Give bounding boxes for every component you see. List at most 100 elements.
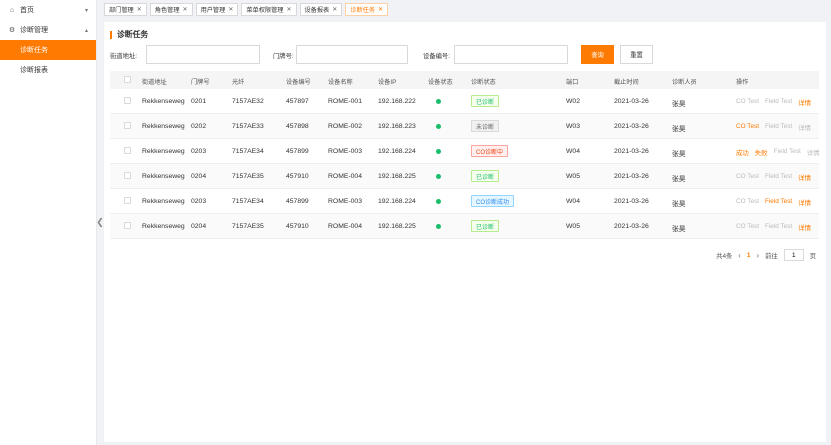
column-header: 门牌号 (191, 79, 210, 86)
column-header: 设备名称 (328, 79, 353, 86)
tab-label: 设备报表 (304, 7, 330, 14)
goto-label: 前往 (765, 252, 778, 260)
action-详情-link[interactable]: 详情 (798, 173, 811, 182)
door-cell: 0201 (191, 98, 207, 105)
row-actions: CO Test Field Test 详情 (736, 123, 811, 132)
action-co-test-link[interactable]: CO Test (736, 198, 759, 207)
query-button[interactable]: 查询 (581, 45, 614, 64)
door-input[interactable] (296, 45, 408, 64)
street-cell: Rekkenseweg (142, 173, 185, 180)
action-field-test-link[interactable]: Field Test (774, 148, 801, 157)
person-cell: 张昊 (672, 151, 686, 158)
row-checkbox[interactable] (124, 197, 131, 204)
next-page-icon[interactable]: › (756, 251, 759, 260)
column-header: 设备IP (378, 79, 397, 86)
action-field-test-link[interactable]: Field Test (765, 98, 792, 107)
prev-page-icon[interactable]: ‹ (738, 251, 741, 260)
action-co-test-link[interactable]: CO Test (736, 173, 759, 182)
fiber-cell: 7157AE33 (232, 123, 264, 130)
close-icon[interactable]: ✕ (332, 6, 337, 13)
main-panel: 诊断任务 街道地址: 门牌号: 设备编号: 查询 重置 街道地址 门牌号 光纤 … (104, 22, 826, 442)
tab-label: 用户管理 (200, 7, 226, 14)
row-checkbox[interactable] (124, 97, 131, 104)
action-详情-link[interactable]: 详情 (798, 223, 811, 232)
device-ip-cell: 192.168.225 (378, 223, 416, 230)
column-header: 端口 (566, 79, 579, 86)
row-actions: CO Test Field Test 详情 (736, 173, 811, 182)
table-header: 街道地址 门牌号 光纤 设备编号 设备名称 设备IP 设备状态 诊断状态 端口 … (110, 71, 819, 89)
column-header: 光纤 (232, 79, 245, 86)
deadline-cell: 2021-03-26 (614, 148, 649, 155)
door-cell: 0203 (191, 198, 207, 205)
fiber-cell: 7157AE32 (232, 98, 264, 105)
sidebar-group-diagnosis[interactable]: ⚙ 诊断管理 ▴ (0, 20, 96, 40)
action-成功-link[interactable]: 成功 (736, 148, 749, 157)
action-co-test-link[interactable]: CO Test (736, 123, 759, 132)
action-详情-link[interactable]: 详情 (798, 123, 811, 132)
device-status-dot-icon (436, 124, 441, 129)
sidebar-item-home[interactable]: ⌂ 首页 ▾ (0, 0, 96, 20)
person-cell: 张昊 (672, 126, 686, 133)
action-field-test-link[interactable]: Field Test (765, 223, 792, 232)
row-checkbox[interactable] (124, 147, 131, 154)
sidebar-item-label: 诊断任务 (20, 47, 48, 54)
device-input[interactable] (454, 45, 568, 64)
fiber-cell: 7157AE34 (232, 148, 264, 155)
action-详情-link[interactable]: 详情 (798, 98, 811, 107)
column-header: 操作 (736, 79, 749, 86)
tab-label: 诊断任务 (350, 7, 376, 14)
close-icon[interactable]: ✕ (378, 6, 383, 13)
tab-device-report[interactable]: 设备报表 ✕ (299, 3, 343, 16)
close-icon[interactable]: ✕ (137, 6, 142, 13)
page-number[interactable]: 1 (747, 252, 751, 259)
close-icon[interactable]: ✕ (228, 6, 233, 13)
row-checkbox[interactable] (124, 222, 131, 229)
row-checkbox[interactable] (124, 172, 131, 179)
action-field-test-link[interactable]: Field Test (765, 173, 792, 182)
action-co-test-link[interactable]: CO Test (736, 98, 759, 107)
tab-role[interactable]: 角色管理 ✕ (149, 3, 193, 16)
tab-menu-permission[interactable]: 菜单权限管理 ✕ (241, 3, 297, 16)
action-field-test-link[interactable]: Field Test (765, 123, 792, 132)
tab-label: 角色管理 (154, 7, 180, 14)
device-name-cell: ROME-001 (328, 98, 362, 105)
action-co-test-link[interactable]: CO Test (736, 223, 759, 232)
row-actions: CO Test Field Test 详情 (736, 223, 811, 232)
table-row: Rekkenseweg 0204 7157AE35 457910 ROME-004 192… (110, 214, 819, 239)
sidebar-item-diagnosis-report[interactable]: 诊断报表 (0, 60, 96, 80)
select-all-checkbox[interactable] (124, 76, 131, 83)
device-ip-cell: 192.168.225 (378, 173, 416, 180)
close-icon[interactable]: ✕ (286, 6, 291, 13)
person-cell: 张昊 (672, 101, 686, 108)
device-status-dot-icon (436, 199, 441, 204)
device-name-cell: ROME-002 (328, 123, 362, 130)
action-详情-link[interactable]: 详情 (807, 148, 820, 157)
deadline-cell: 2021-03-26 (614, 198, 649, 205)
goto-page-input[interactable] (783, 249, 804, 261)
close-icon[interactable]: ✕ (183, 6, 188, 13)
deadline-cell: 2021-03-26 (614, 98, 649, 105)
row-checkbox[interactable] (124, 122, 131, 129)
action-失败-link[interactable]: 失败 (755, 148, 768, 157)
street-input[interactable] (146, 45, 260, 64)
action-field-test-link[interactable]: Field Test (765, 198, 792, 207)
chevron-up-icon: ▴ (84, 27, 88, 34)
sidebar-collapse-icon[interactable]: ❮ (96, 214, 104, 230)
row-actions: CO Test Field Test 详情 (736, 98, 811, 107)
tab-diagnosis-task[interactable]: 诊断任务 ✕ (345, 3, 389, 16)
device-status-dot-icon (436, 174, 441, 179)
device-ip-cell: 192.168.223 (378, 123, 416, 130)
device-number-cell: 457899 (286, 148, 309, 155)
device-ip-cell: 192.168.224 (378, 198, 416, 205)
diagnosis-status-badge: CO诊断中 (471, 145, 509, 157)
action-详情-link[interactable]: 详情 (798, 198, 811, 207)
table-row: Rekkenseweg 0203 7157AE34 457899 ROME-003 192… (110, 139, 820, 164)
tab-user[interactable]: 用户管理 ✕ (195, 3, 239, 16)
sidebar-item-diagnosis-task[interactable]: 诊断任务 (0, 40, 96, 60)
fiber-cell: 7157AE35 (232, 223, 264, 230)
reset-button[interactable]: 重置 (620, 45, 653, 64)
page-title: 诊断任务 (110, 31, 148, 39)
tab-department[interactable]: 部门管理 ✕ (104, 3, 147, 16)
person-cell: 张昊 (672, 201, 686, 208)
total-count: 共4条 (716, 252, 733, 260)
